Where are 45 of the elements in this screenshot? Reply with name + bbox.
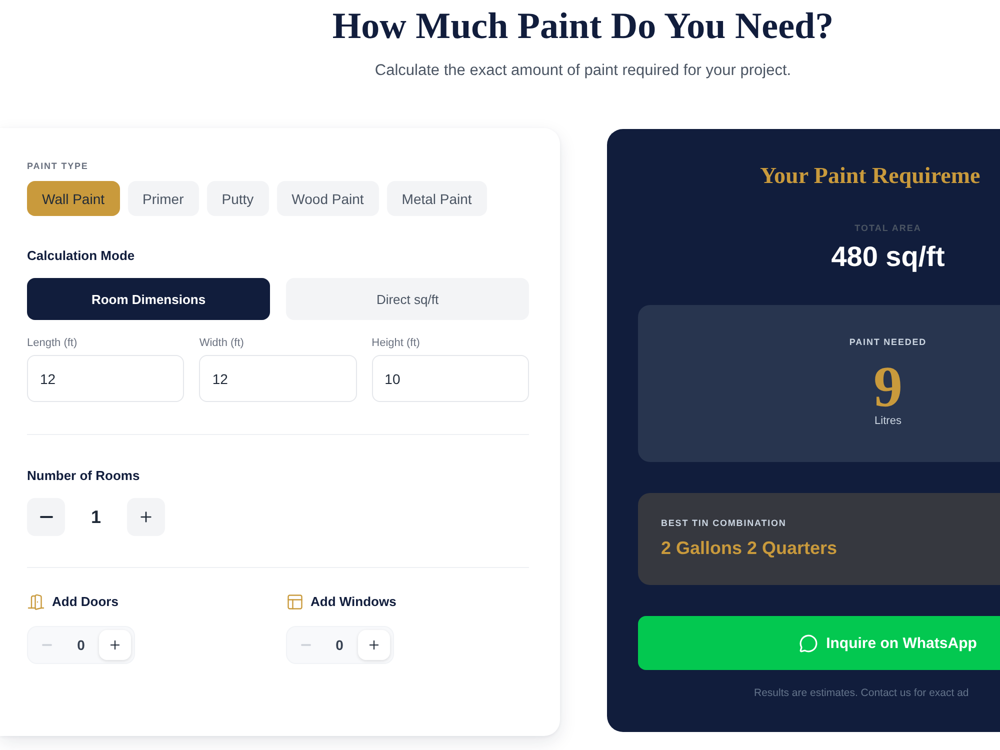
- extra-title: Add Doors: [52, 594, 118, 610]
- section-label: PAINT TYPE: [27, 160, 88, 172]
- field-label: Height (ft): [372, 337, 420, 349]
- door-icon: [27, 593, 45, 611]
- mode-button[interactable]: Room Dimensions: [27, 278, 270, 320]
- dimension-input[interactable]: 12: [27, 355, 184, 402]
- decrement-button[interactable]: [27, 498, 65, 536]
- disclaimer-text: Results are estimates. Contact us for exact ad: [754, 686, 969, 700]
- mode-button[interactable]: Direct sq/ft: [286, 278, 529, 320]
- paint-needed-unit: Litres: [874, 414, 902, 428]
- increment-button[interactable]: [99, 630, 131, 660]
- room-count: 1: [90, 506, 102, 528]
- paint-type-chip[interactable]: Putty: [206, 181, 269, 216]
- paint-needed-value: 9: [874, 364, 902, 410]
- counter-value: 0: [76, 637, 86, 653]
- window-icon: [286, 593, 304, 611]
- page-title: How Much Paint Do You Need?: [332, 6, 834, 48]
- plus-icon: [366, 638, 380, 652]
- paint-type-chip[interactable]: Wood Paint: [276, 181, 379, 216]
- section-title: Calculation Mode: [27, 248, 135, 264]
- paint-type-chip[interactable]: Wall Paint: [27, 181, 120, 216]
- page-subtitle: Calculate the exact amount of paint required for your project.: [374, 61, 792, 81]
- minus-icon: [300, 644, 310, 646]
- section-title: Number of Rooms: [27, 468, 140, 484]
- increment-button[interactable]: [127, 498, 165, 536]
- dimension-input[interactable]: 10: [372, 355, 529, 402]
- plus-icon: [138, 509, 154, 525]
- paint-type-chip[interactable]: Metal Paint: [386, 181, 487, 216]
- plus-icon: [108, 638, 122, 652]
- chat-bubble-icon: [799, 634, 818, 652]
- dimension-input[interactable]: 12: [199, 355, 357, 402]
- field-label: Width (ft): [199, 337, 244, 349]
- paint-needed-label: PAINT NEEDED: [849, 336, 927, 348]
- minus-icon: [42, 644, 52, 646]
- counter-value: 0: [334, 637, 344, 653]
- extra-title: Add Windows: [310, 594, 396, 610]
- total-area-value: 480 sq/ft: [831, 240, 945, 274]
- minus-icon: [40, 516, 52, 518]
- total-area-label: TOTAL AREA: [854, 222, 922, 234]
- field-label: Length (ft): [27, 337, 78, 349]
- tin-combination-value: 2 Gallons 2 Quarters: [661, 537, 838, 559]
- increment-button[interactable]: [358, 630, 390, 660]
- results-title: Your Paint Requireme: [760, 162, 980, 190]
- paint-type-chip[interactable]: Primer: [128, 181, 199, 216]
- tin-combination-label: BEST TIN COMBINATION: [661, 517, 786, 529]
